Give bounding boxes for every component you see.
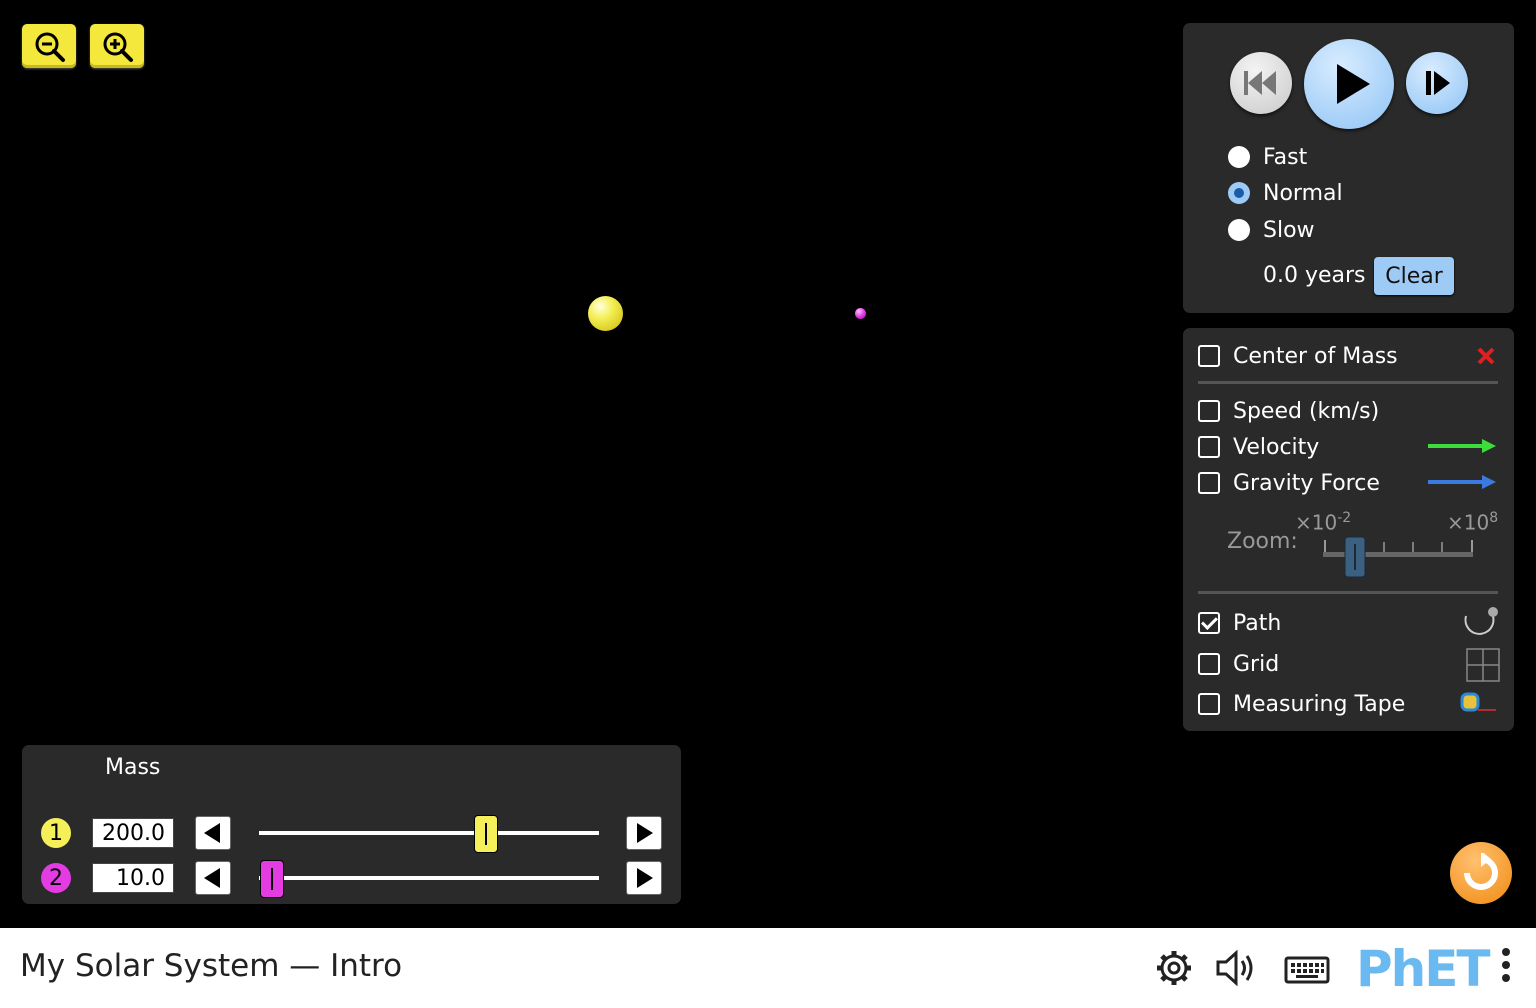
settings-gear-icon[interactable] xyxy=(1154,948,1194,988)
path-box[interactable] xyxy=(1198,612,1220,634)
speed-label: Speed (km/s) xyxy=(1233,398,1380,424)
measuring-tape-label: Measuring Tape xyxy=(1233,691,1406,717)
velocity-checkbox[interactable]: Velocity xyxy=(1198,432,1319,462)
velocity-arrow-icon xyxy=(1428,439,1496,453)
zoom-slider[interactable] xyxy=(1321,536,1477,580)
body-1-decrement-button[interactable] xyxy=(195,816,231,850)
divider xyxy=(1198,591,1498,594)
zoom-max-label: ×108 xyxy=(1447,510,1498,535)
body-2-mass-input[interactable] xyxy=(92,863,174,893)
reset-icon xyxy=(1464,853,1498,890)
gravity-arrow-icon xyxy=(1428,475,1496,489)
mass-title: Mass xyxy=(105,755,161,780)
velocity-box[interactable] xyxy=(1198,436,1220,458)
path-icon xyxy=(1464,607,1498,635)
step-forward-icon xyxy=(1426,71,1450,95)
speed-normal-radio[interactable]: Normal xyxy=(1228,179,1343,207)
radio-fast[interactable] xyxy=(1228,146,1250,168)
speed-slow-radio[interactable]: Slow xyxy=(1228,216,1315,244)
phet-logo[interactable]: PhET xyxy=(1356,940,1491,998)
speed-checkbox[interactable]: Speed (km/s) xyxy=(1198,396,1379,426)
elapsed-time: 0.0 years xyxy=(1263,263,1366,288)
path-label: Path xyxy=(1233,610,1282,636)
body-1-mass-input[interactable] xyxy=(92,818,174,848)
zoom-max-exp: 8 xyxy=(1489,510,1499,526)
zoom-out-icon xyxy=(35,32,65,62)
center-of-mass-box[interactable] xyxy=(1198,345,1220,367)
radio-normal[interactable] xyxy=(1228,182,1250,204)
path-checkbox[interactable]: Path xyxy=(1198,608,1281,638)
body-1-badge: 1 xyxy=(41,818,71,848)
mass-panel: Mass 1 2 xyxy=(22,745,681,904)
rewind-icon xyxy=(1244,71,1276,95)
body-1-slider-thumb[interactable] xyxy=(474,815,498,853)
grid-checkbox[interactable]: Grid xyxy=(1198,649,1279,679)
zoom-label: Zoom: xyxy=(1227,529,1298,554)
reset-all-button[interactable] xyxy=(1450,842,1512,904)
restart-button[interactable] xyxy=(1230,52,1292,114)
speed-fast-label: Fast xyxy=(1263,144,1308,170)
gravity-force-checkbox[interactable]: Gravity Force xyxy=(1198,468,1380,498)
play-button[interactable] xyxy=(1304,39,1394,129)
body-1-sun[interactable] xyxy=(588,296,623,331)
navigation-bar: My Solar System — Intro PhET xyxy=(0,928,1536,1008)
zoom-max-base: ×10 xyxy=(1447,510,1490,535)
grid-label: Grid xyxy=(1233,651,1280,677)
more-options-menu-icon[interactable] xyxy=(1502,948,1512,988)
gravity-force-label: Gravity Force xyxy=(1233,470,1380,496)
velocity-label: Velocity xyxy=(1233,434,1320,460)
body-2-increment-button[interactable] xyxy=(626,861,662,895)
body-2-slider-thumb[interactable] xyxy=(260,860,284,898)
time-control-panel: Fast Normal Slow 0.0 years Clear xyxy=(1183,23,1514,313)
zoom-min-exp: -2 xyxy=(1337,510,1352,526)
grid-box[interactable] xyxy=(1198,653,1220,675)
sim-screen: Fast Normal Slow 0.0 years Clear Center … xyxy=(0,0,1536,928)
sim-title: My Solar System — Intro xyxy=(20,948,403,984)
speed-normal-label: Normal xyxy=(1263,180,1343,206)
audio-speaker-icon[interactable] xyxy=(1214,948,1262,988)
keyboard-icon[interactable] xyxy=(1284,952,1330,984)
divider xyxy=(1198,381,1498,384)
speed-fast-radio[interactable]: Fast xyxy=(1228,143,1307,171)
options-panel: Center of Mass Speed (km/s) Velocity Gra… xyxy=(1183,328,1514,731)
play-icon xyxy=(1337,64,1370,104)
radio-slow[interactable] xyxy=(1228,219,1250,241)
body-1-slider-track[interactable] xyxy=(259,831,599,835)
measuring-tape-icon xyxy=(1460,692,1496,712)
speed-box[interactable] xyxy=(1198,400,1220,422)
body-1-increment-button[interactable] xyxy=(626,816,662,850)
grid-icon xyxy=(1466,648,1500,682)
gravity-force-box[interactable] xyxy=(1198,472,1220,494)
zoom-out-button[interactable] xyxy=(22,24,76,68)
body-2-decrement-button[interactable] xyxy=(195,861,231,895)
body-2-badge: 2 xyxy=(41,863,71,893)
zoom-min-base: ×10 xyxy=(1295,510,1338,535)
right-arrow-icon xyxy=(637,868,653,888)
measuring-tape-checkbox[interactable]: Measuring Tape xyxy=(1198,689,1405,719)
left-arrow-icon xyxy=(204,868,220,888)
body-2-planet[interactable] xyxy=(855,308,866,319)
center-of-mass-checkbox[interactable]: Center of Mass xyxy=(1198,341,1398,371)
left-arrow-icon xyxy=(204,823,220,843)
right-arrow-icon xyxy=(637,823,653,843)
body-2-slider-track[interactable] xyxy=(259,876,599,880)
zoom-in-icon xyxy=(103,32,133,62)
speed-slow-label: Slow xyxy=(1263,217,1315,243)
clear-button[interactable]: Clear xyxy=(1374,257,1454,295)
center-of-mass-x-icon xyxy=(1477,347,1495,365)
measuring-tape-box[interactable] xyxy=(1198,693,1220,715)
zoom-in-button[interactable] xyxy=(90,24,144,68)
step-forward-button[interactable] xyxy=(1406,52,1468,114)
zoom-min-label: ×10-2 xyxy=(1295,510,1351,535)
center-of-mass-label: Center of Mass xyxy=(1233,343,1398,369)
